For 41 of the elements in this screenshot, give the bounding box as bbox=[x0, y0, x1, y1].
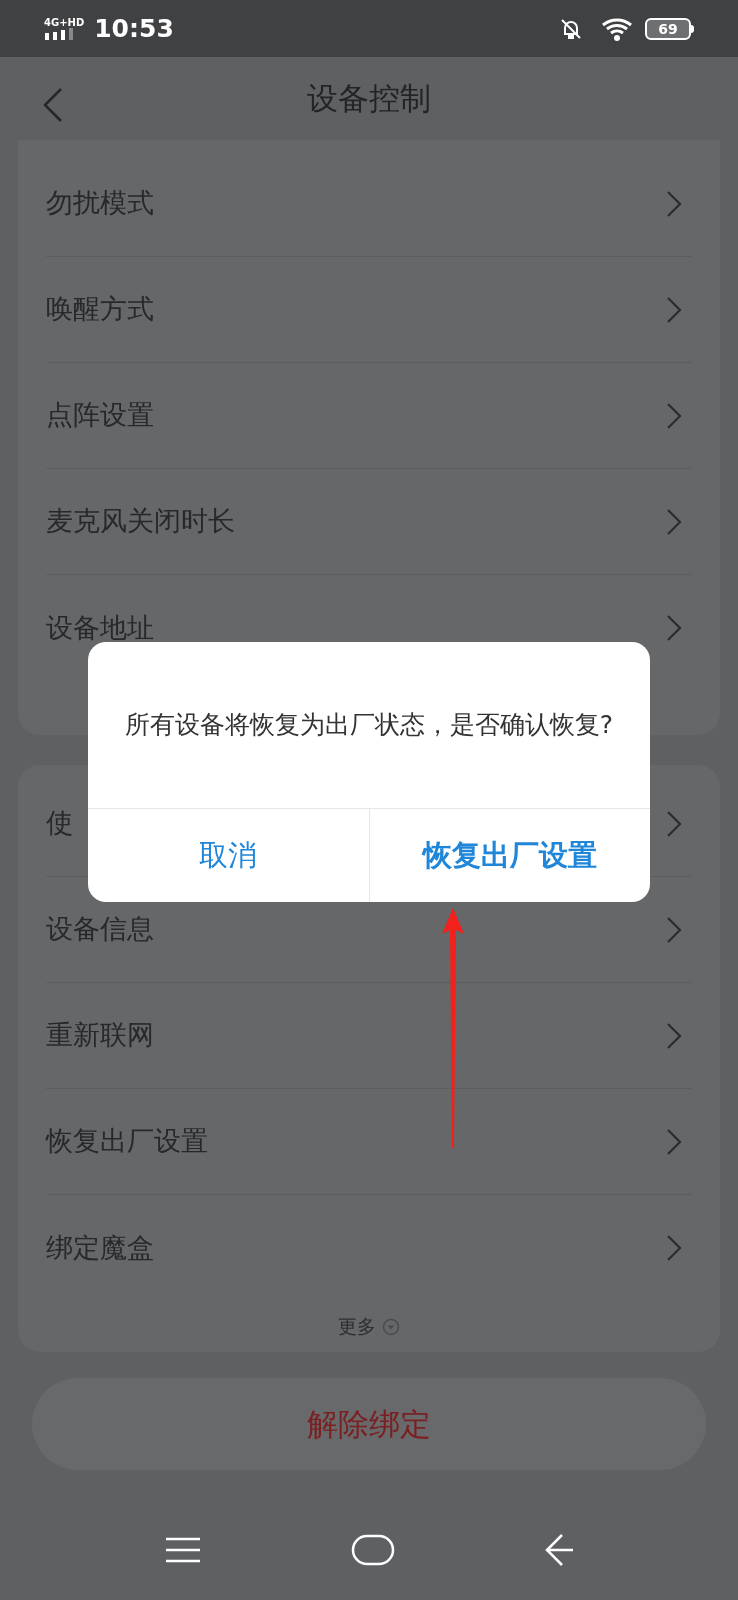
bell-muted-icon bbox=[559, 16, 583, 41]
settings-row[interactable]: 勿扰模式 bbox=[46, 151, 692, 257]
row-label: 点阵设置 bbox=[46, 398, 154, 433]
row-label: 唤醒方式 bbox=[46, 292, 154, 327]
signal-icon bbox=[44, 28, 76, 40]
chevron-right-icon bbox=[666, 809, 682, 838]
confirm-button[interactable]: 恢复出厂设置 bbox=[368, 809, 650, 902]
battery-indicator: 69 bbox=[645, 17, 691, 40]
chevron-right-icon bbox=[666, 1234, 682, 1262]
chevron-right-icon bbox=[666, 189, 682, 218]
row-label: 绑定魔盒 bbox=[46, 1230, 154, 1265]
page-title: 设备控制 bbox=[307, 79, 431, 119]
chevron-right-icon bbox=[666, 295, 682, 324]
back-icon[interactable] bbox=[42, 87, 64, 123]
settings-row[interactable]: 绑定魔盒 bbox=[46, 1195, 692, 1301]
chevron-right-icon bbox=[666, 1127, 682, 1156]
row-label: 设备地址 bbox=[46, 610, 154, 645]
row-label: 麦克风关闭时长 bbox=[46, 504, 235, 539]
settings-row[interactable]: 麦克风关闭时长 bbox=[46, 469, 692, 575]
back-arrow-icon[interactable] bbox=[543, 1533, 574, 1567]
chevron-right-icon bbox=[666, 401, 682, 430]
dialog-message: 所有设备将恢复为出厂状态，是否确认恢复? bbox=[124, 709, 614, 741]
settings-row[interactable]: 唤醒方式 bbox=[46, 257, 692, 363]
row-label: 设备信息 bbox=[46, 912, 154, 947]
row-label: 恢复出厂设置 bbox=[46, 1124, 208, 1159]
home-icon[interactable] bbox=[351, 1534, 395, 1566]
chevron-right-icon bbox=[666, 1021, 682, 1050]
clock-time: 10:53 bbox=[94, 12, 174, 45]
menu-icon[interactable] bbox=[164, 1536, 203, 1564]
expand-icon bbox=[382, 1317, 400, 1336]
row-label: 重新联网 bbox=[46, 1018, 154, 1053]
chevron-right-icon bbox=[666, 915, 682, 944]
unbind-button[interactable]: 解除绑定 bbox=[32, 1378, 706, 1470]
settings-row[interactable]: 设备地址 bbox=[46, 575, 692, 681]
settings-row[interactable]: 点阵设置 bbox=[46, 363, 692, 469]
chevron-right-icon bbox=[666, 614, 682, 642]
more-link[interactable]: 更多 bbox=[338, 1312, 376, 1341]
row-label: 勿扰模式 bbox=[46, 186, 154, 221]
row-label: 使 bbox=[46, 806, 73, 841]
network-label: 4G+HD bbox=[44, 17, 85, 28]
chevron-right-icon bbox=[666, 507, 682, 536]
